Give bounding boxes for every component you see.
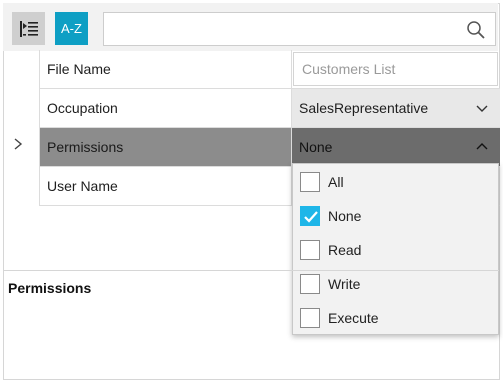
permissions-value: None: [299, 139, 333, 155]
option-all[interactable]: All: [293, 165, 498, 199]
property-value-cell[interactable]: Customers List: [292, 50, 500, 88]
option-label: None: [328, 208, 362, 224]
option-none[interactable]: None: [293, 199, 498, 233]
property-name: Permissions: [39, 128, 292, 166]
row-header-gutter: [4, 51, 39, 206]
checkbox[interactable]: [300, 240, 320, 260]
checkbox[interactable]: [300, 172, 320, 192]
sort-alphabetical-button[interactable]: A-Z: [55, 12, 88, 45]
option-execute[interactable]: Execute: [293, 301, 498, 335]
chevron-up-icon[interactable]: [476, 141, 488, 153]
categorize-icon: [19, 20, 38, 37]
chevron-down-icon[interactable]: [476, 102, 488, 114]
option-label: Execute: [328, 310, 379, 326]
occupation-select[interactable]: SalesRepresentative: [292, 89, 500, 127]
permissions-dropdown: All None Read Write Execute: [292, 163, 499, 335]
search-box[interactable]: [103, 12, 496, 46]
property-row-occupation[interactable]: Occupation SalesRepresentative: [39, 89, 500, 128]
description-divider: [4, 270, 499, 271]
description-title: Permissions: [8, 280, 92, 296]
occupation-value: SalesRepresentative: [299, 100, 429, 116]
categorize-button[interactable]: [12, 12, 45, 45]
option-label: All: [328, 174, 344, 190]
checkbox[interactable]: [300, 206, 320, 226]
property-row-permissions[interactable]: Permissions None: [39, 128, 500, 167]
option-write[interactable]: Write: [293, 267, 498, 301]
selected-row-chevron-icon: [14, 138, 23, 150]
option-read[interactable]: Read: [293, 233, 498, 267]
checkbox[interactable]: [300, 274, 320, 294]
property-name: User Name: [39, 167, 292, 205]
toolbar: A-Z: [3, 3, 498, 51]
option-label: Read: [328, 242, 362, 258]
file-name-field[interactable]: Customers List: [293, 52, 498, 86]
search-icon[interactable]: [465, 19, 487, 41]
checkmark-icon: [304, 211, 318, 223]
sort-label: A-Z: [61, 21, 82, 36]
property-row-file-name[interactable]: File Name Customers List: [39, 50, 500, 89]
permissions-select[interactable]: None: [292, 128, 500, 166]
checkbox[interactable]: [300, 308, 320, 328]
option-label: Write: [328, 276, 361, 292]
search-input[interactable]: [110, 17, 450, 41]
property-name: File Name: [39, 50, 292, 88]
property-name: Occupation: [39, 89, 292, 127]
